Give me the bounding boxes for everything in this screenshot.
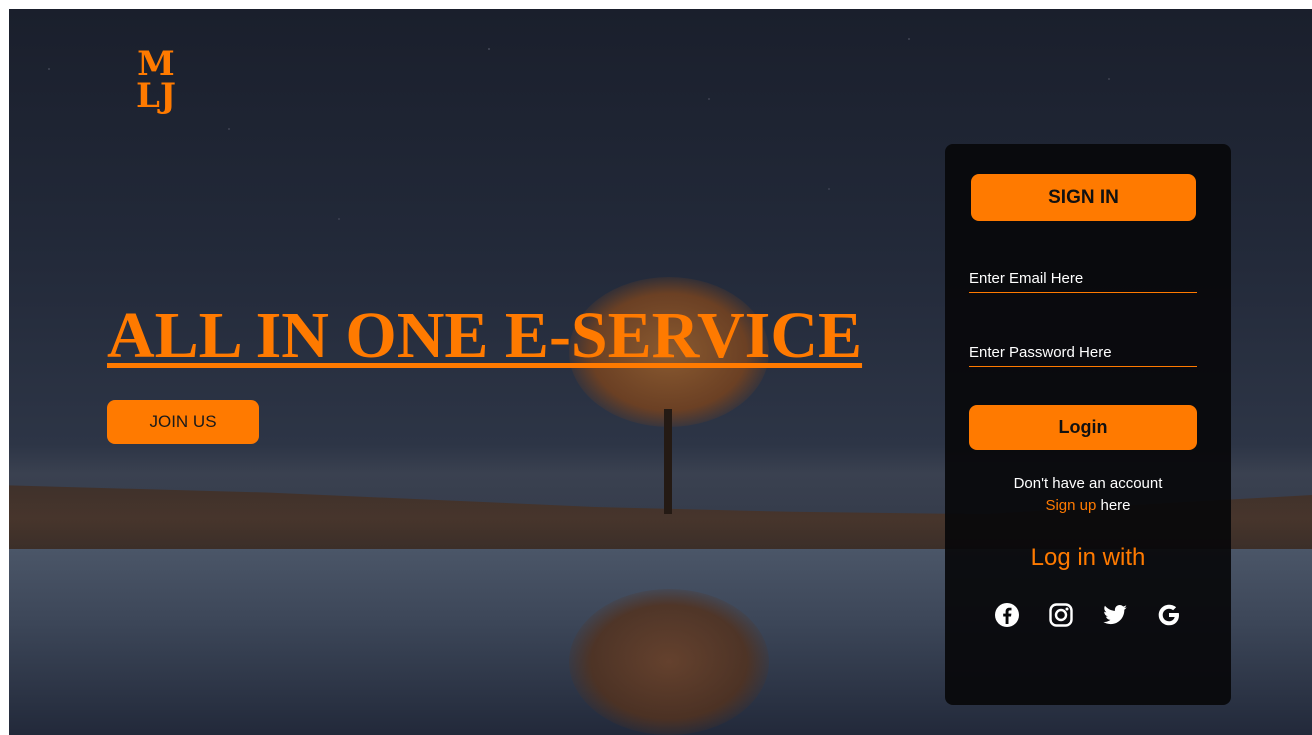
tree-reflection [569,589,769,735]
social-login-row [945,600,1231,630]
login-button[interactable]: Login [969,405,1197,450]
tree-trunk [664,409,672,514]
password-field[interactable] [969,338,1197,367]
twitter-icon[interactable] [1100,600,1130,630]
instagram-icon[interactable] [1046,600,1076,630]
signin-panel: SIGN IN Login Don't have an account Sign… [945,144,1231,705]
brand-logo[interactable]: M LJ [133,47,179,116]
signup-line: Sign up here [945,497,1231,514]
logo-line-2: LJ [136,76,176,116]
hero-title: ALL IN ONE E-SERVICE [107,299,863,372]
email-field[interactable] [969,264,1197,293]
login-with-heading: Log in with [1030,544,1146,571]
google-icon[interactable] [1154,600,1184,630]
join-us-button[interactable]: JOIN US [107,400,259,444]
signup-link[interactable]: Sign up [1045,497,1096,514]
sign-in-tab[interactable]: SIGN IN [971,174,1196,221]
no-account-text: Don't have an account [1013,475,1163,492]
facebook-icon[interactable] [992,600,1022,630]
signup-suffix: here [1096,497,1131,514]
